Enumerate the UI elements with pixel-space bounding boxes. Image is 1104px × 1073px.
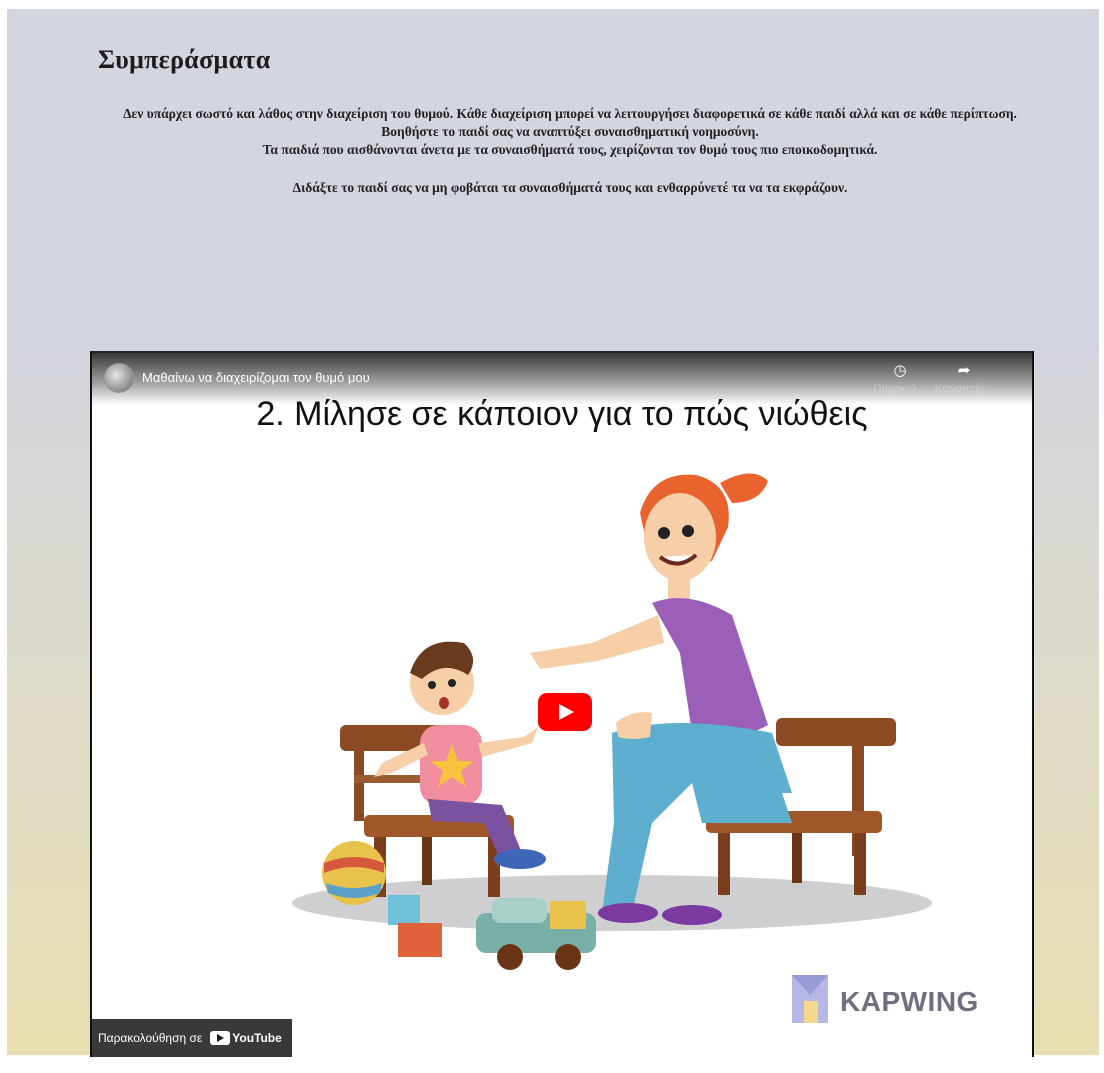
toy-car bbox=[476, 898, 596, 970]
toy-block-blue bbox=[388, 895, 420, 925]
youtube-logo-text: YouTube bbox=[232, 1031, 282, 1045]
paragraph-3: Τα παιδιά που αισθάνονται άνετα με τα συ… bbox=[262, 142, 878, 157]
channel-avatar-icon[interactable] bbox=[104, 363, 134, 393]
page-background: Συμπεράσματα Δεν υπάρχει σωστό και λάθος… bbox=[7, 9, 1099, 1057]
kapwing-watermark: KAPWING bbox=[840, 986, 979, 1017]
toy-ball bbox=[322, 841, 386, 905]
watch-later-label: Παρακολ... bbox=[873, 383, 927, 395]
share-arrow-icon: ➦ bbox=[957, 362, 971, 379]
youtube-embed[interactable]: 2. Μίλησε σε κάποιον για το πώς νιώθεις … bbox=[90, 351, 1034, 1057]
watch-on-label: Παρακολούθηση σε bbox=[98, 1031, 203, 1045]
conclusions-text: Δεν υπάρχει σωστό και λάθος στην διαχείρ… bbox=[105, 105, 1035, 197]
video-title[interactable]: Μαθαίνω να διαχειρίζομαι τον θυμό μου bbox=[142, 370, 370, 385]
page-title: Συμπεράσματα bbox=[98, 45, 271, 74]
watch-on-youtube-button[interactable]: Παρακολούθηση σε YouTube bbox=[92, 1019, 292, 1057]
share-button[interactable]: ➦ Κοινοποίη... bbox=[934, 362, 994, 396]
share-label: Κοινοποίη... bbox=[934, 383, 994, 395]
paragraph-1: Δεν υπάρχει σωστό και λάθος στην διαχείρ… bbox=[123, 106, 1017, 121]
youtube-logo: YouTube bbox=[210, 1031, 282, 1045]
paragraph-2: Βοηθήστε το παιδί σας να αναπτύξει συναι… bbox=[381, 124, 759, 139]
kapwing-logo-icon bbox=[792, 975, 828, 1023]
paragraph-4: Διδάξτε το παιδί σας να μη φοβάται τα συ… bbox=[292, 180, 848, 195]
toy-block-orange bbox=[398, 923, 442, 957]
youtube-logo-icon bbox=[210, 1031, 231, 1045]
video-top-bar: Μαθαίνω να διαχειρίζομαι τον θυμό μου ◷ … bbox=[92, 353, 1032, 405]
youtube-play-icon[interactable] bbox=[538, 693, 592, 731]
watch-later-button[interactable]: ◷ Παρακολ... bbox=[870, 362, 930, 396]
clock-icon: ◷ bbox=[893, 362, 907, 379]
